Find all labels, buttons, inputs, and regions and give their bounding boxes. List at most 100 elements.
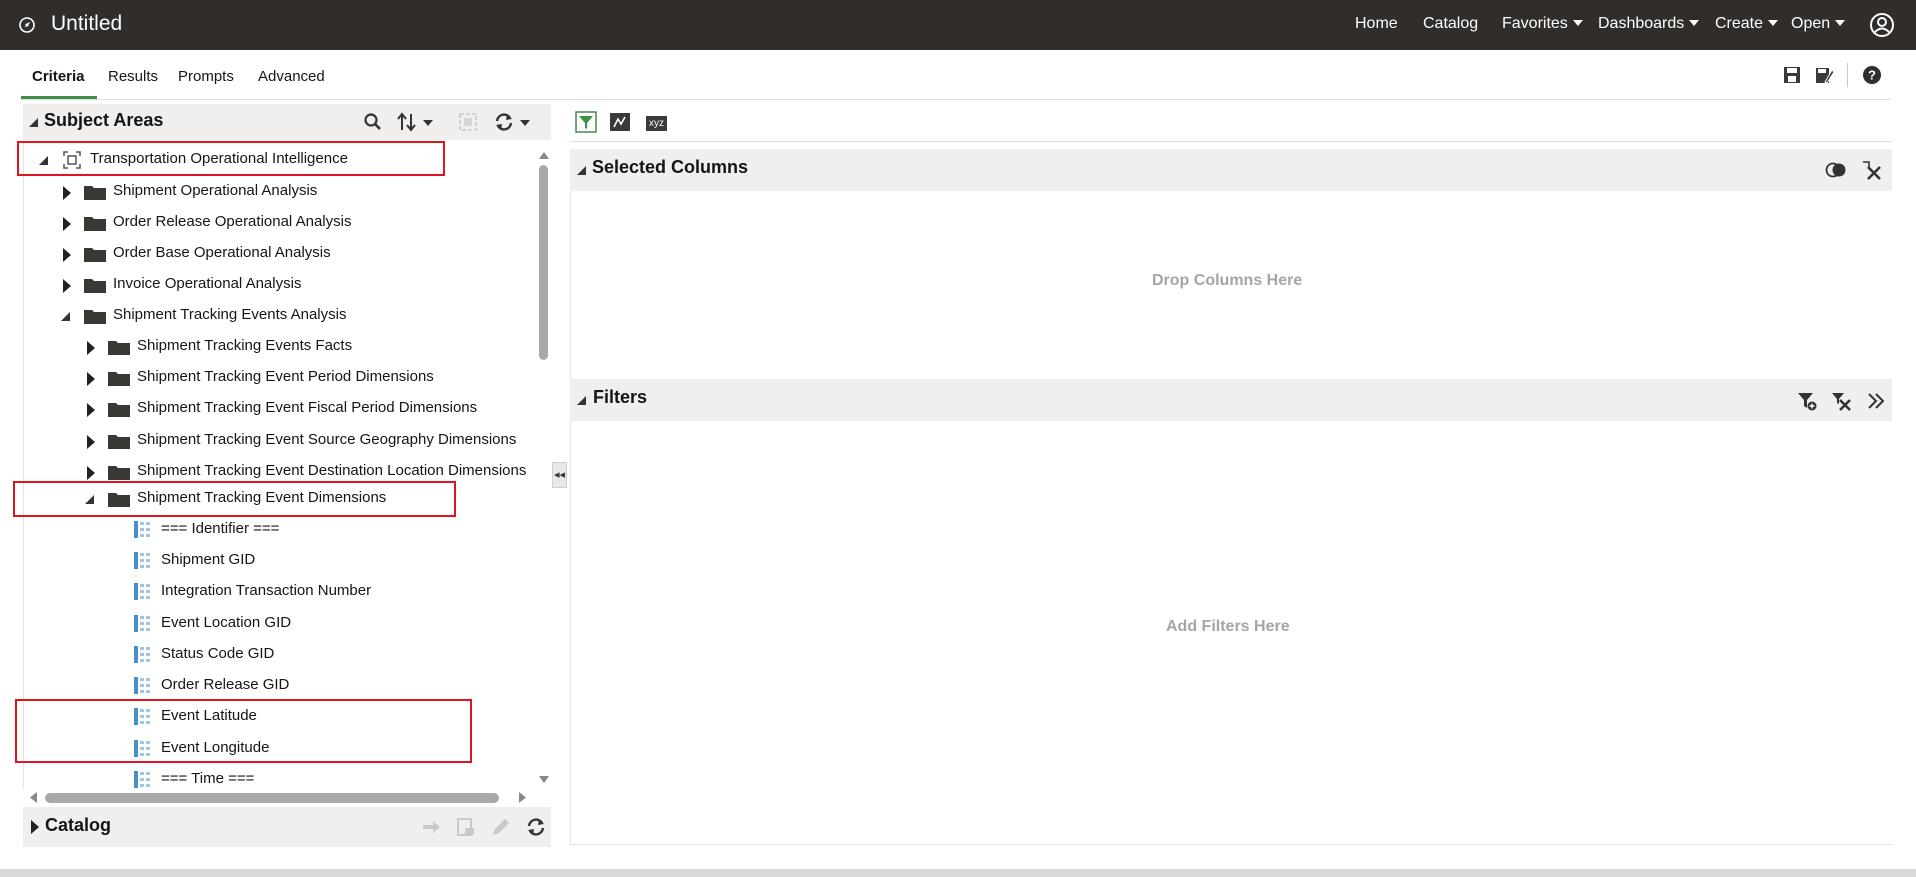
tree-column-item[interactable]: Status Code GID	[24, 641, 551, 669]
expander-collapsed-icon[interactable]	[63, 186, 71, 200]
folder-icon	[108, 435, 130, 449]
add-filters-placeholder: Add Filters Here	[1166, 618, 1290, 635]
filter-toggle-icon[interactable]	[575, 111, 597, 133]
collapse-panel-handle[interactable]: ◂◂	[552, 462, 567, 488]
nav-create[interactable]: Create	[1715, 15, 1779, 33]
show-hide-icon[interactable]	[1825, 159, 1847, 181]
remove-all-filters-icon[interactable]	[1830, 390, 1852, 412]
arrow-right-icon[interactable]	[420, 816, 442, 838]
tree-column-item[interactable]: Order Release GID	[24, 672, 551, 700]
vertical-scrollbar[interactable]	[539, 165, 548, 360]
catalog-item-icon[interactable]	[455, 816, 477, 838]
column-icon	[134, 771, 150, 788]
column-icon	[134, 583, 150, 600]
tab-results[interactable]: Results	[108, 68, 158, 85]
user-profile-icon[interactable]	[1869, 12, 1895, 38]
tree-column-item[interactable]: === Time ===	[24, 766, 551, 788]
folder-icon	[84, 217, 106, 231]
folder-icon	[108, 466, 130, 480]
horizontal-scrollbar[interactable]	[45, 793, 499, 803]
tabs-divider	[21, 99, 1891, 100]
help-icon[interactable]: ?	[1861, 64, 1883, 86]
column-icon	[134, 521, 150, 538]
expand-double-chevron-icon[interactable]	[1865, 390, 1887, 412]
tree-subfolder-item[interactable]: Shipment Tracking Event Fiscal Period Di…	[24, 395, 551, 423]
expander-collapsed-icon[interactable]	[87, 372, 95, 386]
expander-collapsed-icon[interactable]	[87, 435, 95, 449]
tree-folder-label: Invoice Operational Analysis	[113, 275, 302, 292]
expander-collapsed-icon[interactable]	[63, 217, 71, 231]
tree-folder-item[interactable]: Shipment Tracking Events Analysis	[24, 302, 551, 330]
tree-subfolder-item[interactable]: Shipment Tracking Events Facts	[24, 333, 551, 361]
tab-prompts[interactable]: Prompts	[178, 68, 234, 85]
column-icon	[134, 677, 150, 694]
nav-catalog[interactable]: Catalog	[1423, 15, 1478, 33]
refresh-icon[interactable]	[525, 816, 547, 838]
tree-folder-item[interactable]: Invoice Operational Analysis	[24, 271, 551, 299]
tree-folder-item[interactable]: Order Base Operational Analysis	[24, 240, 551, 268]
tree-column-label: Status Code GID	[161, 645, 275, 662]
tree-column-label: Event Location GID	[161, 614, 292, 631]
tree-folder-label: Shipment Operational Analysis	[113, 182, 318, 199]
xyz-icon[interactable]: xyz	[646, 116, 667, 131]
tree-column-label: Shipment GID	[161, 551, 256, 568]
remove-all-columns-icon[interactable]	[1860, 159, 1882, 181]
subject-areas-title: Subject Areas	[44, 110, 164, 130]
column-icon	[134, 615, 150, 632]
column-icon	[134, 552, 150, 569]
chevron-down-icon	[1835, 20, 1846, 26]
selected-columns-dropzone[interactable]: Drop Columns Here	[570, 191, 1892, 379]
app-logo-icon[interactable]	[18, 16, 36, 34]
tree-column-item[interactable]: Integration Transaction Number	[24, 578, 551, 606]
tree-column-item[interactable]: === Identifier ===	[24, 516, 551, 544]
search-icon[interactable]	[362, 111, 384, 133]
expander-collapsed-icon[interactable]	[63, 248, 71, 262]
expander-collapsed-icon[interactable]	[31, 820, 39, 834]
nav-favorites[interactable]: Favorites	[1502, 15, 1583, 33]
scroll-right-icon[interactable]	[518, 791, 528, 804]
collapse-triangle-icon[interactable]	[577, 166, 586, 175]
add-filter-icon[interactable]	[1796, 390, 1818, 412]
edit-icon[interactable]	[490, 816, 512, 838]
folder-icon	[84, 279, 106, 293]
scroll-up-icon[interactable]	[538, 150, 550, 160]
collapse-triangle-icon[interactable]	[577, 396, 586, 405]
folder-icon	[108, 372, 130, 386]
expander-collapsed-icon[interactable]	[87, 341, 95, 355]
fit-icon[interactable]	[457, 111, 479, 133]
scroll-down-icon[interactable]	[538, 775, 550, 785]
tree-folder-item[interactable]: Order Release Operational Analysis	[24, 209, 551, 237]
sort-icon[interactable]	[396, 111, 436, 133]
subject-areas-header: Subject Areas	[23, 104, 551, 140]
filters-dropzone[interactable]: Add Filters Here	[570, 421, 1892, 845]
tab-advanced[interactable]: Advanced	[258, 68, 325, 85]
toolbar-separator	[1847, 63, 1848, 87]
nav-dashboards[interactable]: Dashboards	[1598, 15, 1700, 33]
expander-collapsed-icon[interactable]	[87, 403, 95, 417]
catalog-header[interactable]: Catalog	[23, 807, 551, 847]
tab-criteria[interactable]: Criteria	[32, 68, 85, 85]
folder-icon	[84, 248, 106, 262]
scroll-left-icon[interactable]	[28, 791, 38, 804]
svg-text:?: ?	[1868, 68, 1876, 83]
tree-subfolder-item[interactable]: Shipment Tracking Event Source Geography…	[24, 427, 551, 455]
refresh-icon[interactable]	[493, 111, 535, 133]
tree-folder-label: Shipment Tracking Events Analysis	[113, 306, 347, 323]
folder-icon	[108, 403, 130, 417]
expander-expanded-icon[interactable]	[61, 312, 70, 321]
nav-open[interactable]: Open	[1791, 15, 1846, 33]
app-header: Untitled Home Catalog Favorites Dashboar…	[0, 0, 1916, 50]
collapse-triangle-icon[interactable]	[29, 118, 38, 127]
save-icon[interactable]	[1781, 64, 1803, 86]
tree-column-item[interactable]: Shipment GID	[24, 547, 551, 575]
tree-column-item[interactable]: Event Location GID	[24, 610, 551, 638]
highlight-box-root	[17, 141, 445, 176]
tree-subfolder-item[interactable]: Shipment Tracking Event Period Dimension…	[24, 364, 551, 392]
drop-columns-placeholder: Drop Columns Here	[1152, 272, 1303, 289]
save-as-icon[interactable]	[1813, 64, 1835, 86]
edit-formula-icon[interactable]	[609, 111, 631, 133]
expander-collapsed-icon[interactable]	[87, 466, 95, 480]
nav-home[interactable]: Home	[1355, 15, 1398, 33]
expander-collapsed-icon[interactable]	[63, 279, 71, 293]
tree-folder-item[interactable]: Shipment Operational Analysis	[24, 178, 551, 206]
